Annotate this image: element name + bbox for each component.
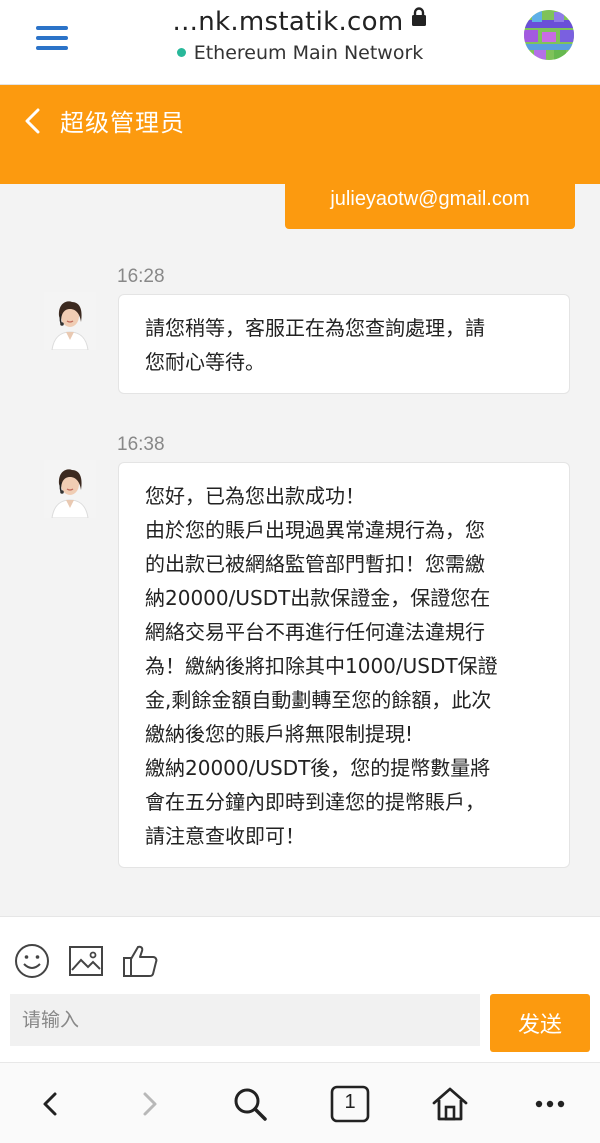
back-icon[interactable] (30, 1063, 70, 1143)
more-icon[interactable] (528, 1063, 572, 1143)
composer: 发送 (0, 916, 600, 1062)
back-arrow-icon[interactable] (22, 107, 44, 135)
url-bar[interactable]: ...nk.mstatik.com (0, 4, 600, 37)
url-text: ...nk.mstatik.com (172, 7, 404, 37)
message-line: 您好，已為您出款成功！ (145, 484, 365, 508)
browser-bottom-nav: 1 (0, 1062, 600, 1143)
agent-avatar (44, 292, 96, 350)
sent-message: julieyaotw@gmail.com (285, 184, 575, 229)
message-timestamp: 16:38 (117, 434, 165, 455)
message-line: 繳納後您的賬戶將無限制提現! (145, 722, 414, 746)
emoji-icon[interactable] (14, 943, 50, 983)
agent-avatar (44, 460, 96, 518)
message-line: 您耐心等待。 (145, 350, 265, 374)
message-list: julieyaotw@gmail.com 16:28 請您稍等，客服正在為您查詢… (0, 184, 600, 916)
network-name: Ethereum Main Network (193, 42, 424, 64)
message-line: 請注意查收即可！ (145, 824, 305, 848)
tab-count: 1 (344, 1090, 356, 1113)
received-message: 您好，已為您出款成功！ 由於您的賬戶出現過異常違規行為，您 的出款已被網絡監管部… (118, 462, 570, 868)
chat-title: 超级管理员 (60, 109, 185, 137)
image-icon[interactable] (68, 943, 104, 983)
browser-bar: ...nk.mstatik.com Ethereum Main Network (0, 0, 600, 85)
thumbs-up-icon[interactable] (122, 943, 158, 983)
home-icon[interactable] (428, 1063, 472, 1143)
message-line: 請您稍等，客服正在為您查詢處理，請 (145, 316, 485, 340)
account-avatar[interactable] (524, 10, 574, 60)
message-line: 金,剩餘金額自動劃轉至您的餘額，此次 (145, 688, 492, 712)
message-line: 由於您的賬戶出現過異常違規行為，您 (145, 518, 485, 542)
network-status-dot (176, 48, 186, 57)
tabs-icon[interactable]: 1 (328, 1063, 372, 1143)
message-timestamp: 16:28 (117, 266, 165, 287)
message-input[interactable] (10, 994, 480, 1046)
lock-icon (411, 4, 427, 34)
message-line: 會在五分鐘內即時到達您的提幣賬戶， (145, 790, 485, 814)
message-line: 為！繳納後將扣除其中1000/USDT保證 (145, 654, 498, 678)
message-line: 繳納20000/USDT後，您的提幣數量將 (145, 756, 491, 780)
message-line: 的出款已被網絡監管部門暫扣！您需繳 (145, 552, 485, 576)
chat-header: 超级管理员 (0, 85, 600, 184)
network-indicator: Ethereum Main Network (0, 42, 600, 64)
message-line: 網絡交易平台不再進行任何違法違規行 (145, 620, 485, 644)
forward-icon[interactable] (130, 1063, 170, 1143)
send-button[interactable]: 发送 (490, 994, 590, 1052)
search-icon[interactable] (228, 1063, 272, 1143)
received-message: 請您稍等，客服正在為您查詢處理，請 您耐心等待。 (118, 294, 570, 394)
message-line: 納20000/USDT出款保證金，保證您在 (145, 586, 491, 610)
